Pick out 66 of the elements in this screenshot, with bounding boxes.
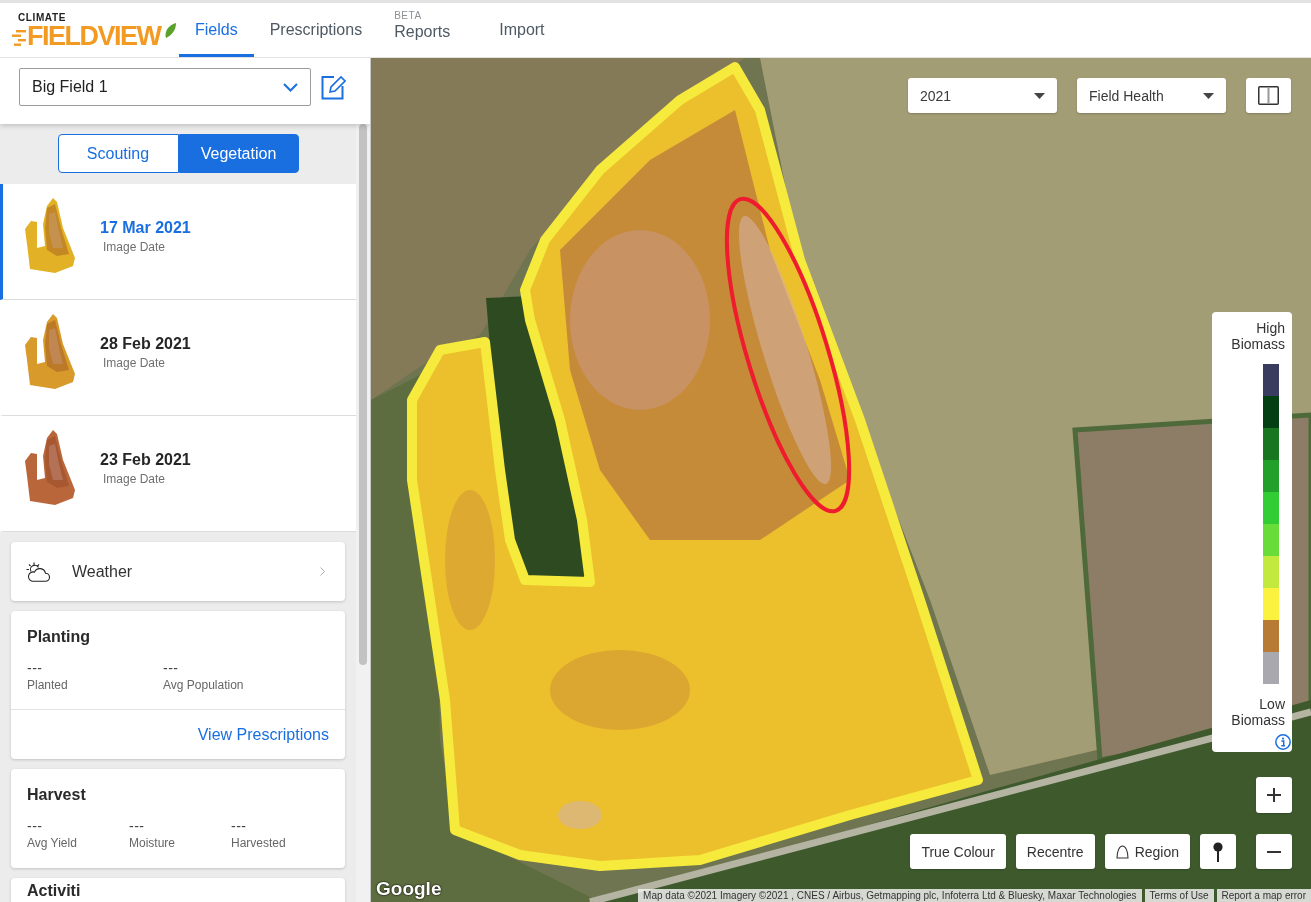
chevron-right-icon [320,567,325,576]
year-dropdown[interactable]: 2021 [908,78,1057,113]
view-toggle-button[interactable]: Scouting [57,134,179,173]
chevron-down-icon [283,82,298,92]
stat-value: --- [27,660,43,676]
stat-value: --- [231,818,247,834]
legend-label: High Biomass [1230,320,1285,352]
stat-label: Moisture [129,835,175,851]
image-caption: Image Date [103,471,167,486]
field-dropdown[interactable]: Big Field 1 [19,68,311,106]
view-prescriptions-link[interactable]: View Prescriptions [197,725,329,744]
layer-dropdown[interactable]: Field Health [1077,78,1226,113]
weather-card[interactable]: Weather [11,542,345,601]
nav-tab[interactable]: Import [483,3,561,57]
image-date: 17 Mar 2021 [100,217,191,238]
legend-label: Low Biomass [1230,696,1285,728]
info-icon[interactable] [1275,734,1291,750]
attribution-text: Map data ©2021 Imagery ©2021 , CNES / Airbus, Getmapping plc, Infoterra Ltd & Bluesky, Maxar Technologies [638,889,1142,902]
scrollbar-thumb[interactable] [359,124,367,665]
view-toggle-button[interactable]: Vegetation [178,134,299,173]
region-button[interactable]: Region [1104,834,1190,869]
image-date: 23 Feb 2021 [100,449,191,470]
split-view-icon [1258,86,1279,105]
edit-icon[interactable] [321,74,346,100]
leaf-icon [164,22,176,38]
card-title: Harvest [27,785,87,805]
plus-icon [1267,788,1281,802]
stat-label: Avg Yield [27,835,77,851]
map-button[interactable]: Recentre [1015,834,1095,869]
image-caption: Image Date [103,239,167,254]
stat-value: --- [27,818,43,834]
stat-label: Harvested [231,835,286,851]
image-list-item[interactable]: 28 Feb 2021 Image Date [0,300,356,416]
stat-value: --- [163,660,179,676]
image-caption: Image Date [103,355,167,370]
field-thumbnail-icon [25,430,75,505]
logo-wordmark: FIELDVIEW [27,22,163,49]
partly-cloudy-icon [26,561,51,582]
pin-button[interactable] [1200,834,1236,869]
zoom-in-button[interactable] [1256,777,1292,813]
nav-tab[interactable]: Prescriptions [253,3,379,57]
field-thumbnail-icon [25,198,75,273]
split-view-button[interactable] [1246,78,1291,113]
caret-icon [1034,92,1045,99]
map-pin-icon [1213,841,1223,862]
minus-icon [1267,850,1281,853]
region-shape-icon [1115,844,1129,859]
map-logo: Google [376,878,442,900]
card-title: Planting [27,627,92,647]
image-list-item[interactable]: 17 Mar 2021 Image Date [0,184,356,300]
map-button[interactable]: True Colour [910,834,1006,869]
card-title: Activiti [27,883,82,899]
stat-value: --- [129,818,145,834]
stat-label: Avg Population [163,677,244,693]
attribution-link[interactable]: Report a map error [1216,889,1311,902]
beta-label: BETA [394,11,422,21]
stat-label: Planted [27,677,68,693]
attribution-link[interactable]: Terms of Use [1144,889,1214,902]
caret-icon [1203,92,1214,99]
image-date: 28 Feb 2021 [100,333,191,354]
zoom-out-button[interactable] [1256,834,1292,869]
nav-tab[interactable]: BETA Reports [378,3,484,57]
field-thumbnail-icon [25,314,75,389]
logo-small-text: CLIMATE [18,11,66,23]
image-list-item[interactable]: 23 Feb 2021 Image Date [0,416,356,532]
speed-lines-icon [12,28,26,49]
